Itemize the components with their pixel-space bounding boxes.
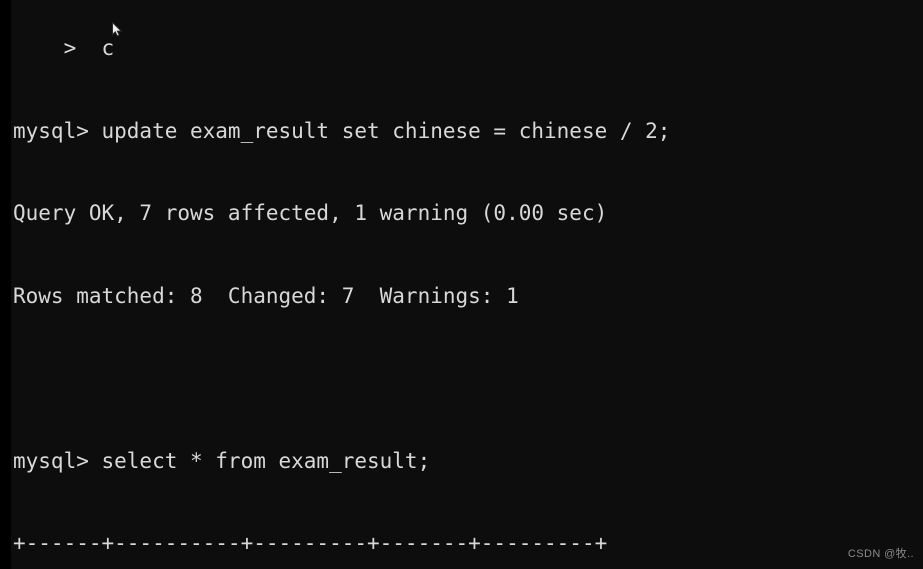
terminal-line-update-command: mysql> update exam_result set chinese = … <box>13 118 671 143</box>
mouse-pointer-icon <box>112 21 123 37</box>
terminal-window[interactable]: > c mysql> update exam_result set chines… <box>0 0 923 569</box>
terminal-line-rows-matched: Rows matched: 8 Changed: 7 Warnings: 1 <box>13 283 519 308</box>
terminal-line-blank-1 <box>13 365 670 393</box>
terminal-screen[interactable]: > c mysql> update exam_result set chines… <box>13 0 670 569</box>
csdn-watermark: CSDN @牧.. <box>847 548 914 560</box>
terminal-line-clipped: > c <box>13 36 115 60</box>
table-border-top: +------+----------+---------+-------+---… <box>13 531 608 555</box>
terminal-left-gutter <box>0 0 11 569</box>
terminal-line-select-command: mysql> select * from exam_result; <box>13 448 431 473</box>
terminal-line-query-ok: Query OK, 7 rows affected, 1 warning (0.… <box>13 201 608 225</box>
